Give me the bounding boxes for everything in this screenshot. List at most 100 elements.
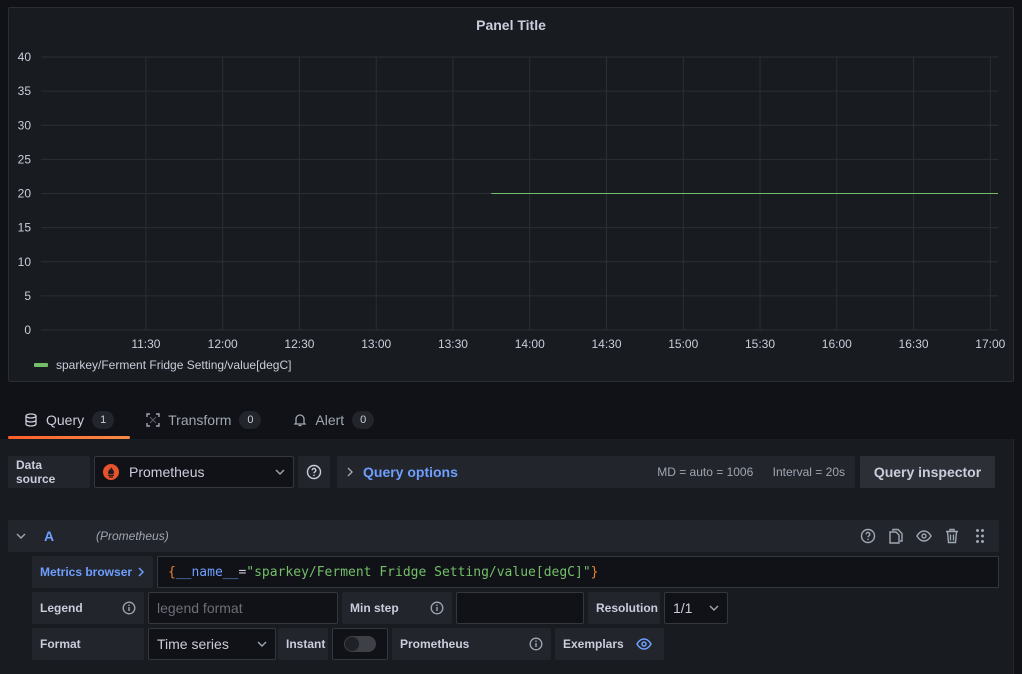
collapse-chevron-icon[interactable] bbox=[16, 533, 40, 539]
y-tick-label: 5 bbox=[24, 289, 31, 303]
metrics-browser-label: Metrics browser bbox=[40, 565, 133, 579]
resolution-value: 1/1 bbox=[673, 600, 693, 616]
query-options-title: Query options bbox=[363, 464, 458, 480]
x-tick-label: 13:30 bbox=[438, 337, 468, 351]
exemplars-toggle[interactable]: Exemplars bbox=[555, 628, 664, 660]
prometheus-type-label: Prometheus bbox=[392, 628, 551, 660]
prometheus-logo-icon bbox=[103, 464, 119, 480]
query-datasource-name: (Prometheus) bbox=[96, 529, 169, 543]
min-step-input[interactable] bbox=[456, 592, 584, 624]
tab-alert[interactable]: Alert 0 bbox=[277, 404, 390, 436]
x-tick-label: 12:30 bbox=[284, 337, 314, 351]
x-tick-label: 13:00 bbox=[361, 337, 391, 351]
query-options-summary: MD = auto = 1006 Interval = 20s bbox=[657, 465, 845, 479]
y-tick-label: 15 bbox=[18, 221, 32, 235]
drag-handle-icon[interactable] bbox=[971, 527, 989, 545]
resolution-select[interactable]: 1/1 bbox=[664, 592, 728, 624]
transform-icon bbox=[146, 413, 160, 427]
info-icon[interactable] bbox=[122, 601, 136, 615]
max-data-points: MD = auto = 1006 bbox=[657, 465, 754, 479]
editor-tabs: Query 1 Transform 0 Alert 0 bbox=[8, 404, 390, 439]
y-tick-label: 20 bbox=[18, 187, 32, 201]
query-inspector-button[interactable]: Query inspector bbox=[860, 456, 995, 488]
x-tick-label: 15:30 bbox=[745, 337, 775, 351]
legend-label-text: Legend bbox=[40, 601, 83, 615]
chevron-right-icon bbox=[138, 567, 145, 577]
eye-icon bbox=[635, 638, 652, 650]
tab-query-count: 1 bbox=[92, 411, 115, 429]
chevron-down-icon bbox=[709, 603, 719, 614]
format-label: Format bbox=[32, 628, 144, 660]
datasource-label: Data source bbox=[8, 456, 90, 488]
legend-label: sparkey/Ferment Fridge Setting/value[deg… bbox=[56, 358, 292, 372]
query-row-actions bbox=[859, 527, 989, 545]
resolution-label: Resolution bbox=[588, 592, 660, 624]
y-tick-label: 25 bbox=[18, 152, 32, 166]
query-editor: Data source Prometheus Query options MD … bbox=[0, 439, 1014, 674]
x-tick-label: 14:00 bbox=[515, 337, 545, 351]
x-tick-label: 16:30 bbox=[899, 337, 929, 351]
instant-label: Instant bbox=[278, 628, 328, 660]
query-options-toggle[interactable]: Query options MD = auto = 1006 Interval … bbox=[337, 456, 855, 488]
tab-query[interactable]: Query 1 bbox=[8, 404, 131, 439]
interval-value: Interval = 20s bbox=[772, 465, 845, 479]
graph-panel: Panel Title 0 5 10 15 20 25 30 35 40 11:30 12:00 12… bbox=[8, 7, 1014, 382]
expr-close-brace: } bbox=[590, 564, 599, 580]
datasource-value: Prometheus bbox=[129, 464, 205, 480]
y-tick-label: 0 bbox=[24, 323, 31, 337]
format-select[interactable]: Time series bbox=[148, 628, 276, 660]
expr-operator: = bbox=[238, 564, 247, 580]
legend-format-input[interactable] bbox=[148, 592, 338, 624]
y-tick-label: 30 bbox=[18, 118, 32, 132]
legend-field-label: Legend bbox=[32, 592, 144, 624]
trash-icon[interactable] bbox=[943, 527, 961, 545]
query-row-header: A (Prometheus) bbox=[8, 520, 999, 552]
tab-alert-label: Alert bbox=[315, 412, 345, 428]
chevron-down-icon bbox=[257, 639, 267, 650]
y-tick-label: 10 bbox=[18, 255, 32, 269]
tab-alert-count: 0 bbox=[352, 411, 375, 429]
chevron-down-icon bbox=[275, 467, 285, 478]
help-icon bbox=[306, 464, 322, 480]
tab-transform-count: 0 bbox=[239, 411, 262, 429]
format-value: Time series bbox=[157, 636, 229, 652]
datasource-help-button[interactable] bbox=[298, 456, 330, 488]
metrics-browser-button[interactable]: Metrics browser bbox=[32, 556, 153, 588]
y-tick-label: 40 bbox=[18, 50, 32, 64]
min-step-label-text: Min step bbox=[350, 601, 399, 615]
datasource-picker[interactable]: Prometheus bbox=[94, 456, 294, 488]
query-options-row-2: Format Time series Instant Prometheus Ex… bbox=[32, 628, 664, 660]
x-tick-label: 16:00 bbox=[822, 337, 852, 351]
instant-toggle-container bbox=[332, 628, 388, 660]
help-icon[interactable] bbox=[859, 527, 877, 545]
tab-transform-label: Transform bbox=[168, 412, 232, 428]
x-tick-label: 11:30 bbox=[131, 337, 160, 351]
tab-query-label: Query bbox=[46, 412, 85, 428]
query-options-row-1: Legend Min step Resolution 1/1 bbox=[32, 592, 728, 624]
prometheus-type-text: Prometheus bbox=[400, 637, 470, 651]
x-tick-label: 17:00 bbox=[975, 337, 1005, 351]
legend-item[interactable]: sparkey/Ferment Fridge Setting/value[deg… bbox=[34, 358, 291, 372]
expr-label-name: __name__ bbox=[175, 564, 239, 580]
legend-color-swatch bbox=[34, 363, 48, 367]
time-series-chart[interactable]: 0 5 10 15 20 25 30 35 40 11:30 12:00 12:30 13:00 13:3… bbox=[9, 8, 1015, 383]
info-icon[interactable] bbox=[529, 637, 543, 651]
eye-icon[interactable] bbox=[915, 527, 933, 545]
promql-query-input[interactable]: {__name__ = "sparkey/Ferment Fridge Settin… bbox=[157, 556, 999, 588]
tab-transform[interactable]: Transform 0 bbox=[130, 404, 277, 436]
duplicate-query-icon[interactable] bbox=[887, 527, 905, 545]
expr-open-brace: { bbox=[168, 564, 176, 580]
y-tick-label: 35 bbox=[18, 84, 32, 98]
query-ref-id[interactable]: A bbox=[44, 528, 96, 544]
x-tick-label: 14:30 bbox=[591, 337, 621, 351]
database-icon bbox=[24, 413, 38, 427]
exemplars-label: Exemplars bbox=[563, 637, 624, 651]
query-expression-row: Metrics browser {__name__ = "sparkey/Ferme… bbox=[32, 556, 999, 588]
expr-label-value: "sparkey/Ferment Fridge Setting/value[de… bbox=[246, 564, 591, 580]
datasource-row: Data source Prometheus bbox=[8, 456, 330, 488]
instant-toggle[interactable] bbox=[344, 636, 376, 652]
chevron-right-icon bbox=[347, 467, 353, 477]
info-icon[interactable] bbox=[430, 601, 444, 615]
x-tick-label: 12:00 bbox=[208, 337, 238, 351]
x-tick-label: 15:00 bbox=[668, 337, 698, 351]
